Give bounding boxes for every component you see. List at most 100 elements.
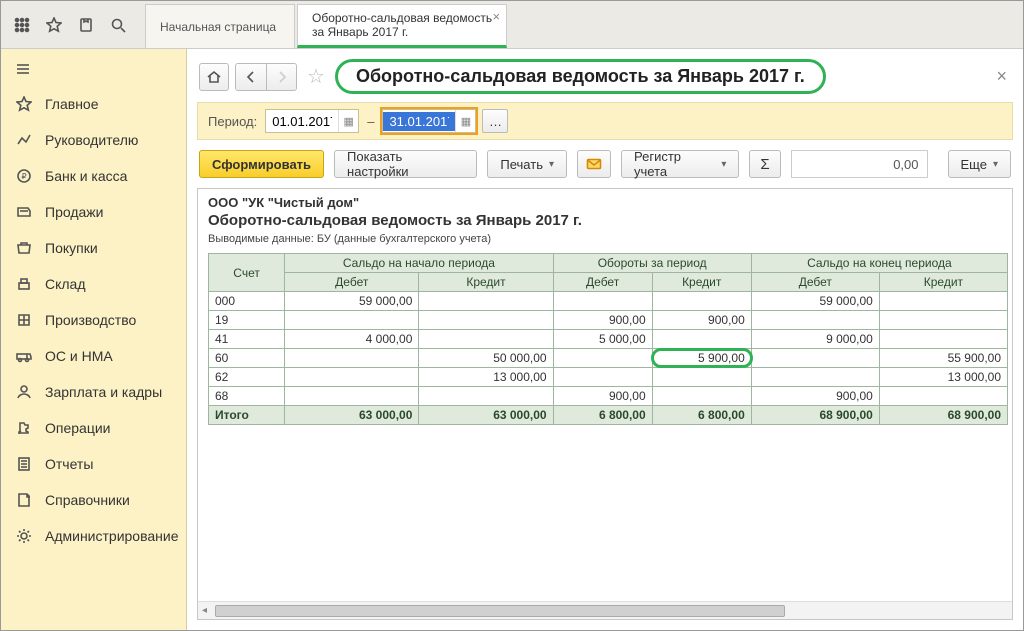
show-settings-button[interactable]: Показать настройки	[334, 150, 477, 178]
table-cell: 6 800,00	[553, 406, 652, 425]
calendar-icon[interactable]: ▦	[338, 110, 358, 132]
print-button[interactable]: Печать▾	[487, 150, 567, 178]
table-cell: 5 900,00	[652, 349, 751, 368]
table-cell	[879, 387, 1007, 406]
menu-icon[interactable]	[1, 55, 186, 86]
favorite-star-icon[interactable]: ☆	[303, 64, 329, 89]
more-button[interactable]: Еще▾	[948, 150, 1011, 178]
table-cell	[652, 368, 751, 387]
chevron-down-icon: ▾	[549, 159, 554, 170]
sales-icon	[15, 203, 33, 221]
scroll-left-icon[interactable]: ◂	[198, 605, 211, 616]
register-label: Регистр учета	[634, 149, 715, 179]
sidebar-item-label: Отчеты	[45, 456, 93, 472]
table-cell	[652, 387, 751, 406]
report-scroll[interactable]: ООО "УК "Чистый дом" Оборотно-сальдовая …	[198, 189, 1012, 601]
table-cell: 900,00	[553, 387, 652, 406]
directories-icon	[15, 491, 33, 509]
mail-button[interactable]	[577, 150, 611, 178]
sidebar-item-warehouse[interactable]: Склад	[1, 266, 186, 302]
sidebar-item-directories[interactable]: Справочники	[1, 482, 186, 518]
org-name: ООО "УК "Чистый дом"	[208, 195, 1002, 210]
period-more-button[interactable]: …	[482, 109, 508, 133]
report-table: Счет Сальдо на начало периода Обороты за…	[208, 253, 1008, 425]
sidebar-item-label: Справочники	[45, 492, 130, 508]
table-cell: 41	[209, 330, 285, 349]
scrollbar-thumb[interactable]	[215, 605, 785, 617]
sidebar-item-label: Администрирование	[45, 528, 179, 544]
sidebar-item-manager[interactable]: Руководителю	[1, 122, 186, 158]
table-row[interactable]: 68900,00900,00	[209, 387, 1008, 406]
register-button[interactable]: Регистр учета▾	[621, 150, 739, 178]
reports-icon	[15, 455, 33, 473]
more-label: Еще	[961, 157, 987, 172]
col-credit: Кредит	[879, 273, 1007, 292]
sidebar-item-label: Руководителю	[45, 132, 138, 148]
table-cell: 900,00	[553, 311, 652, 330]
date-from-field[interactable]: ▦	[265, 109, 359, 133]
sidebar-item-assets[interactable]: ОС и НМА	[1, 338, 186, 374]
table-cell	[285, 387, 419, 406]
sidebar-item-production[interactable]: Производство	[1, 302, 186, 338]
date-from-input[interactable]	[266, 112, 338, 131]
calendar-icon[interactable]: ▦	[455, 110, 475, 132]
table-total-row: Итого63 000,0063 000,006 800,006 800,006…	[209, 406, 1008, 425]
date-to-input[interactable]	[383, 112, 455, 131]
favorites-icon[interactable]	[39, 10, 69, 40]
sidebar-item-label: Продажи	[45, 204, 103, 220]
table-cell	[419, 292, 553, 311]
sidebar-item-payroll[interactable]: Зарплата и кадры	[1, 374, 186, 410]
sidebar-item-operations[interactable]: Операции	[1, 410, 186, 446]
table-row[interactable]: 6213 000,0013 000,00	[209, 368, 1008, 387]
table-row[interactable]: 414 000,005 000,009 000,00	[209, 330, 1008, 349]
table-cell: 68 900,00	[751, 406, 879, 425]
home-button[interactable]	[199, 63, 229, 91]
svg-text:₽: ₽	[21, 172, 26, 181]
table-cell	[285, 368, 419, 387]
sigma-button[interactable]: Σ	[749, 150, 780, 178]
table-cell	[751, 349, 879, 368]
table-cell	[751, 368, 879, 387]
horizontal-scrollbar[interactable]: ◂	[198, 601, 1012, 619]
sidebar-item-reports[interactable]: Отчеты	[1, 446, 186, 482]
toolbar: Сформировать Показать настройки Печать▾ …	[187, 140, 1023, 188]
sidebar: Главное Руководителю ₽Банк и касса Продажи П…	[1, 49, 187, 630]
table-row[interactable]: 00059 000,0059 000,00	[209, 292, 1008, 311]
table-cell	[419, 311, 553, 330]
table-cell: 60	[209, 349, 285, 368]
report-header: ООО "УК "Чистый дом" Оборотно-сальдовая …	[198, 189, 1012, 253]
col-group-start: Сальдо на начало периода	[285, 254, 553, 273]
table-cell: 6 800,00	[652, 406, 751, 425]
table-cell: 4 000,00	[285, 330, 419, 349]
sidebar-item-admin[interactable]: Администрирование	[1, 518, 186, 554]
sum-field[interactable]: 0,00	[791, 150, 928, 178]
generate-button[interactable]: Сформировать	[199, 150, 324, 178]
sidebar-item-bank-cash[interactable]: ₽Банк и касса	[1, 158, 186, 194]
date-to-field[interactable]: ▦	[382, 109, 476, 133]
content: ☆ Оборотно-сальдовая ведомость за Январь…	[187, 49, 1023, 630]
tab-close-icon[interactable]: ×	[493, 9, 501, 24]
nav-back-forward	[235, 63, 297, 91]
search-icon[interactable]	[103, 10, 133, 40]
sidebar-item-label: Зарплата и кадры	[45, 384, 162, 400]
sidebar-item-purchases[interactable]: Покупки	[1, 230, 186, 266]
table-cell	[553, 292, 652, 311]
col-debit: Дебет	[285, 273, 419, 292]
sidebar-item-home[interactable]: Главное	[1, 86, 186, 122]
close-icon[interactable]: ×	[992, 66, 1011, 87]
col-account: Счет	[209, 254, 285, 292]
production-icon	[15, 311, 33, 329]
tab-home[interactable]: Начальная страница	[145, 4, 295, 48]
table-cell: 55 900,00	[879, 349, 1007, 368]
forward-button[interactable]	[266, 64, 296, 90]
period-row: Период: ▦ – ▦ …	[197, 102, 1013, 140]
apps-icon[interactable]	[7, 10, 37, 40]
sidebar-item-sales[interactable]: Продажи	[1, 194, 186, 230]
col-credit: Кредит	[652, 273, 751, 292]
history-icon[interactable]	[71, 10, 101, 40]
table-row[interactable]: 19900,00900,00	[209, 311, 1008, 330]
sidebar-item-label: Операции	[45, 420, 111, 436]
table-row[interactable]: 6050 000,005 900,0055 900,00	[209, 349, 1008, 368]
back-button[interactable]	[236, 64, 266, 90]
tab-report[interactable]: Оборотно-сальдовая ведомость за Январь 2…	[297, 4, 507, 48]
